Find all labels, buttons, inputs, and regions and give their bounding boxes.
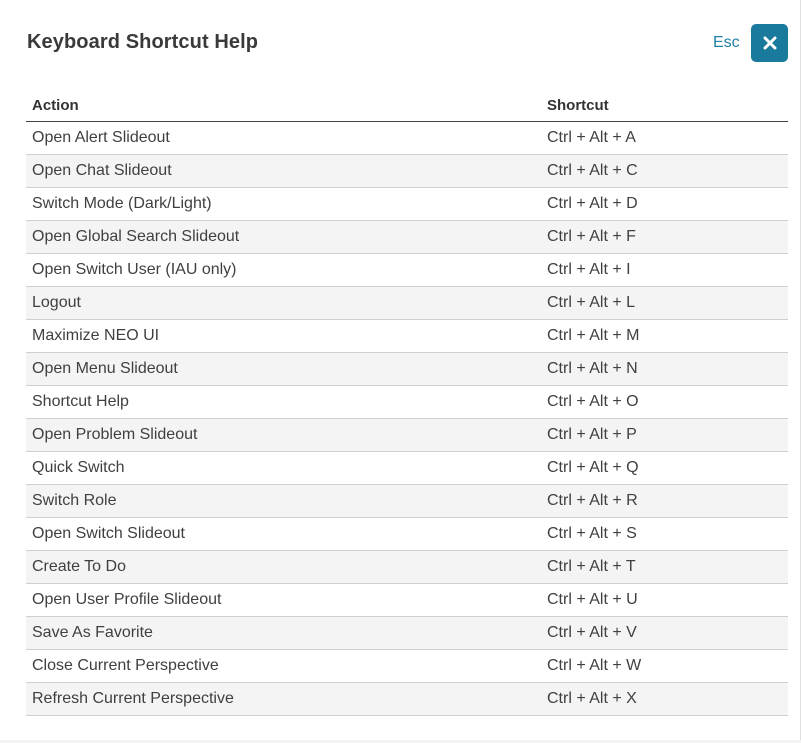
shortcut-cell: Ctrl + Alt + C <box>541 154 788 188</box>
table-row: Open Switch Slideout Ctrl + Alt + S <box>26 517 788 551</box>
shortcut-cell: Ctrl + Alt + Q <box>541 451 788 485</box>
action-cell: Open Switch Slideout <box>26 517 541 551</box>
dialog-header: Keyboard Shortcut Help Esc <box>0 0 801 90</box>
action-cell: Open Menu Slideout <box>26 352 541 386</box>
action-cell: Open Global Search Slideout <box>26 220 541 254</box>
shortcut-cell: Ctrl + Alt + R <box>541 484 788 518</box>
shortcut-cell: Ctrl + Alt + W <box>541 649 788 683</box>
table-row: Quick Switch Ctrl + Alt + Q <box>26 451 788 485</box>
table-row: Create To Do Ctrl + Alt + T <box>26 550 788 584</box>
action-cell: Switch Role <box>26 484 541 518</box>
action-cell: Logout <box>26 286 541 320</box>
shortcut-cell: Ctrl + Alt + L <box>541 286 788 320</box>
table-row: Open Problem Slideout Ctrl + Alt + P <box>26 418 788 452</box>
action-cell: Refresh Current Perspective <box>26 682 541 716</box>
shortcut-cell: Ctrl + Alt + V <box>541 616 788 650</box>
shortcut-cell: Ctrl + Alt + T <box>541 550 788 584</box>
table-row: Refresh Current Perspective Ctrl + Alt + … <box>26 682 788 716</box>
action-cell: Close Current Perspective <box>26 649 541 683</box>
action-cell: Open User Profile Slideout <box>26 583 541 617</box>
shortcut-cell: Ctrl + Alt + D <box>541 187 788 221</box>
action-cell: Save As Favorite <box>26 616 541 650</box>
esc-link[interactable]: Esc <box>713 34 740 52</box>
action-cell: Switch Mode (Dark/Light) <box>26 187 541 221</box>
shortcut-cell: Ctrl + Alt + U <box>541 583 788 617</box>
column-header-shortcut: Shortcut <box>541 90 788 122</box>
shortcut-cell: Ctrl + Alt + P <box>541 418 788 452</box>
table-row: Open Alert Slideout Ctrl + Alt + A <box>26 121 788 155</box>
action-cell: Create To Do <box>26 550 541 584</box>
shortcut-help-dialog: Keyboard Shortcut Help Esc Action Shortc… <box>0 0 801 740</box>
shortcut-table: Action Shortcut Open Alert Slideout Ctrl … <box>26 90 788 716</box>
column-header-action: Action <box>26 90 541 122</box>
action-cell: Open Problem Slideout <box>26 418 541 452</box>
table-header-row: Action Shortcut <box>26 90 788 122</box>
shortcut-cell: Ctrl + Alt + O <box>541 385 788 419</box>
table-row: Logout Ctrl + Alt + L <box>26 286 788 320</box>
shortcut-cell: Ctrl + Alt + S <box>541 517 788 551</box>
action-cell: Maximize NEO UI <box>26 319 541 353</box>
shortcut-cell: Ctrl + Alt + M <box>541 319 788 353</box>
table-row: Shortcut Help Ctrl + Alt + O <box>26 385 788 419</box>
table-row: Open User Profile Slideout Ctrl + Alt + U <box>26 583 788 617</box>
shortcut-cell: Ctrl + Alt + X <box>541 682 788 716</box>
shortcut-cell: Ctrl + Alt + A <box>541 121 788 155</box>
table-row: Maximize NEO UI Ctrl + Alt + M <box>26 319 788 353</box>
shortcut-table-container: Action Shortcut Open Alert Slideout Ctrl … <box>26 90 788 716</box>
table-body: Open Alert Slideout Ctrl + Alt + A Open Ch… <box>26 121 788 716</box>
shortcut-cell: Ctrl + Alt + N <box>541 352 788 386</box>
shortcut-cell: Ctrl + Alt + I <box>541 253 788 287</box>
table-row: Open Global Search Slideout Ctrl + Alt + … <box>26 220 788 254</box>
table-row: Switch Role Ctrl + Alt + R <box>26 484 788 518</box>
table-row: Close Current Perspective Ctrl + Alt + W <box>26 649 788 683</box>
table-row: Open Menu Slideout Ctrl + Alt + N <box>26 352 788 386</box>
table-row: Open Switch User (IAU only) Ctrl + Alt + … <box>26 253 788 287</box>
close-icon <box>763 36 777 50</box>
action-cell: Shortcut Help <box>26 385 541 419</box>
shortcut-cell: Ctrl + Alt + F <box>541 220 788 254</box>
action-cell: Open Alert Slideout <box>26 121 541 155</box>
table-row: Save As Favorite Ctrl + Alt + V <box>26 616 788 650</box>
dialog-title: Keyboard Shortcut Help <box>27 31 259 53</box>
table-row: Open Chat Slideout Ctrl + Alt + C <box>26 154 788 188</box>
table-row: Switch Mode (Dark/Light) Ctrl + Alt + D <box>26 187 788 221</box>
action-cell: Quick Switch <box>26 451 541 485</box>
close-button[interactable] <box>751 24 788 62</box>
action-cell: Open Chat Slideout <box>26 154 541 188</box>
action-cell: Open Switch User (IAU only) <box>26 253 541 287</box>
